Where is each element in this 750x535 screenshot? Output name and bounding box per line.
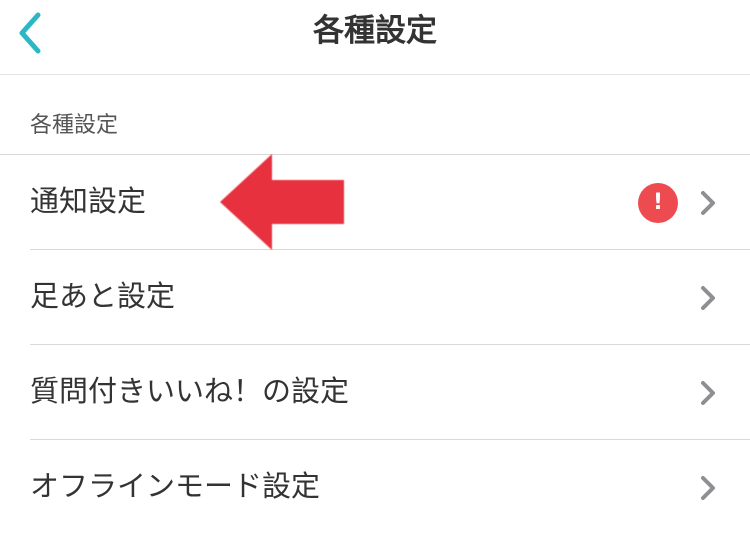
settings-row-notification[interactable]: 通知設定 ! [0,155,750,250]
settings-row-label: 通知設定 [30,184,147,218]
settings-row-label: オフラインモード設定 [30,469,321,503]
settings-row-question-like[interactable]: 質問付きいいね！の設定 [0,345,750,440]
settings-row-label: 質問付きいいね！の設定 [30,374,350,408]
navigation-bar: 各種設定 [0,0,750,75]
settings-list: 通知設定 ! 足あと設定 質問付きいいね！の設定 オフラインモード設定 [0,154,750,535]
chevron-right-icon [701,191,715,215]
chevron-right-icon [701,381,715,405]
settings-row-offline-mode[interactable]: オフラインモード設定 [0,440,750,535]
chevron-right-icon [701,476,715,500]
alert-badge: ! [638,183,678,223]
annotation-arrow-icon [220,154,344,250]
page-title: 各種設定 [313,13,437,49]
section-header: 各種設定 [30,113,119,138]
chevron-right-icon [701,286,715,310]
settings-row-footprint[interactable]: 足あと設定 [0,250,750,345]
settings-row-label: 足あと設定 [30,279,176,313]
